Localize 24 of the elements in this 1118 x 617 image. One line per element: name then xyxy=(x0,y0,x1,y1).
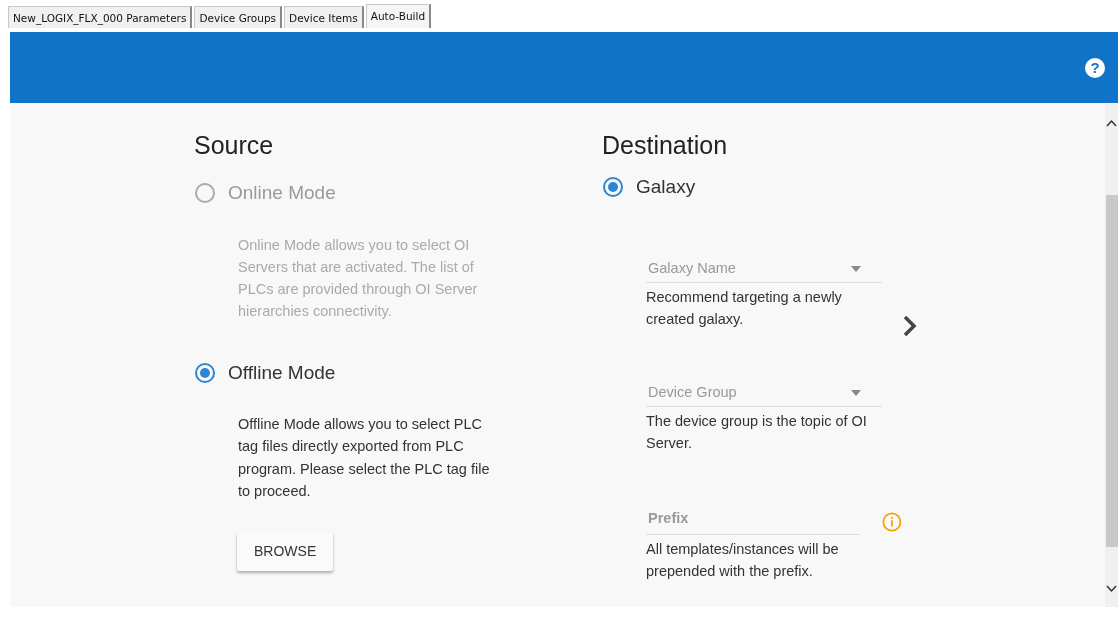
scroll-down-icon[interactable] xyxy=(1106,585,1117,593)
next-chevron-icon[interactable] xyxy=(902,313,918,338)
scrollbar-thumb[interactable] xyxy=(1105,195,1118,547)
radio-button-selected[interactable] xyxy=(194,361,216,384)
tab[interactable]: Auto-Build xyxy=(365,4,432,28)
help-icon[interactable]: ? xyxy=(1084,56,1106,79)
helper-text: Recommend targeting a newly created galaxy. xyxy=(646,287,843,329)
description-text: Offline Mode allows you to select PLC tag files directly exported from PLC program. Please select the PLC tag file to proceed. xyxy=(238,415,491,502)
helper-text: All templates/instances will be prepended with the prefix. xyxy=(646,539,840,581)
tab[interactable]: Device Items xyxy=(284,6,364,28)
radio-label[interactable]: Galaxy xyxy=(636,173,696,202)
tab[interactable]: New_LOGIX_FLX_000 Parameters xyxy=(8,6,193,28)
description-text: Online Mode allows you to select OI Servers that are activated. The list of PLCs are provided through OI Server hierarchies connectivity. xyxy=(238,235,479,322)
browse-button[interactable]: BROWSE xyxy=(237,532,334,572)
dropdown-caret-icon xyxy=(850,265,862,272)
dropdown-caret-icon xyxy=(850,389,862,396)
section-title: Destination xyxy=(602,130,729,161)
scroll-up-icon[interactable] xyxy=(1106,119,1117,127)
info-icon[interactable] xyxy=(882,511,902,533)
tab[interactable]: Device Groups xyxy=(194,6,283,28)
section-title: Source xyxy=(194,130,275,161)
radio-button-selected[interactable] xyxy=(602,176,624,199)
radio-label[interactable]: Offline Mode xyxy=(228,358,336,388)
helper-text: The device group is the topic of OI Server. xyxy=(646,411,868,453)
